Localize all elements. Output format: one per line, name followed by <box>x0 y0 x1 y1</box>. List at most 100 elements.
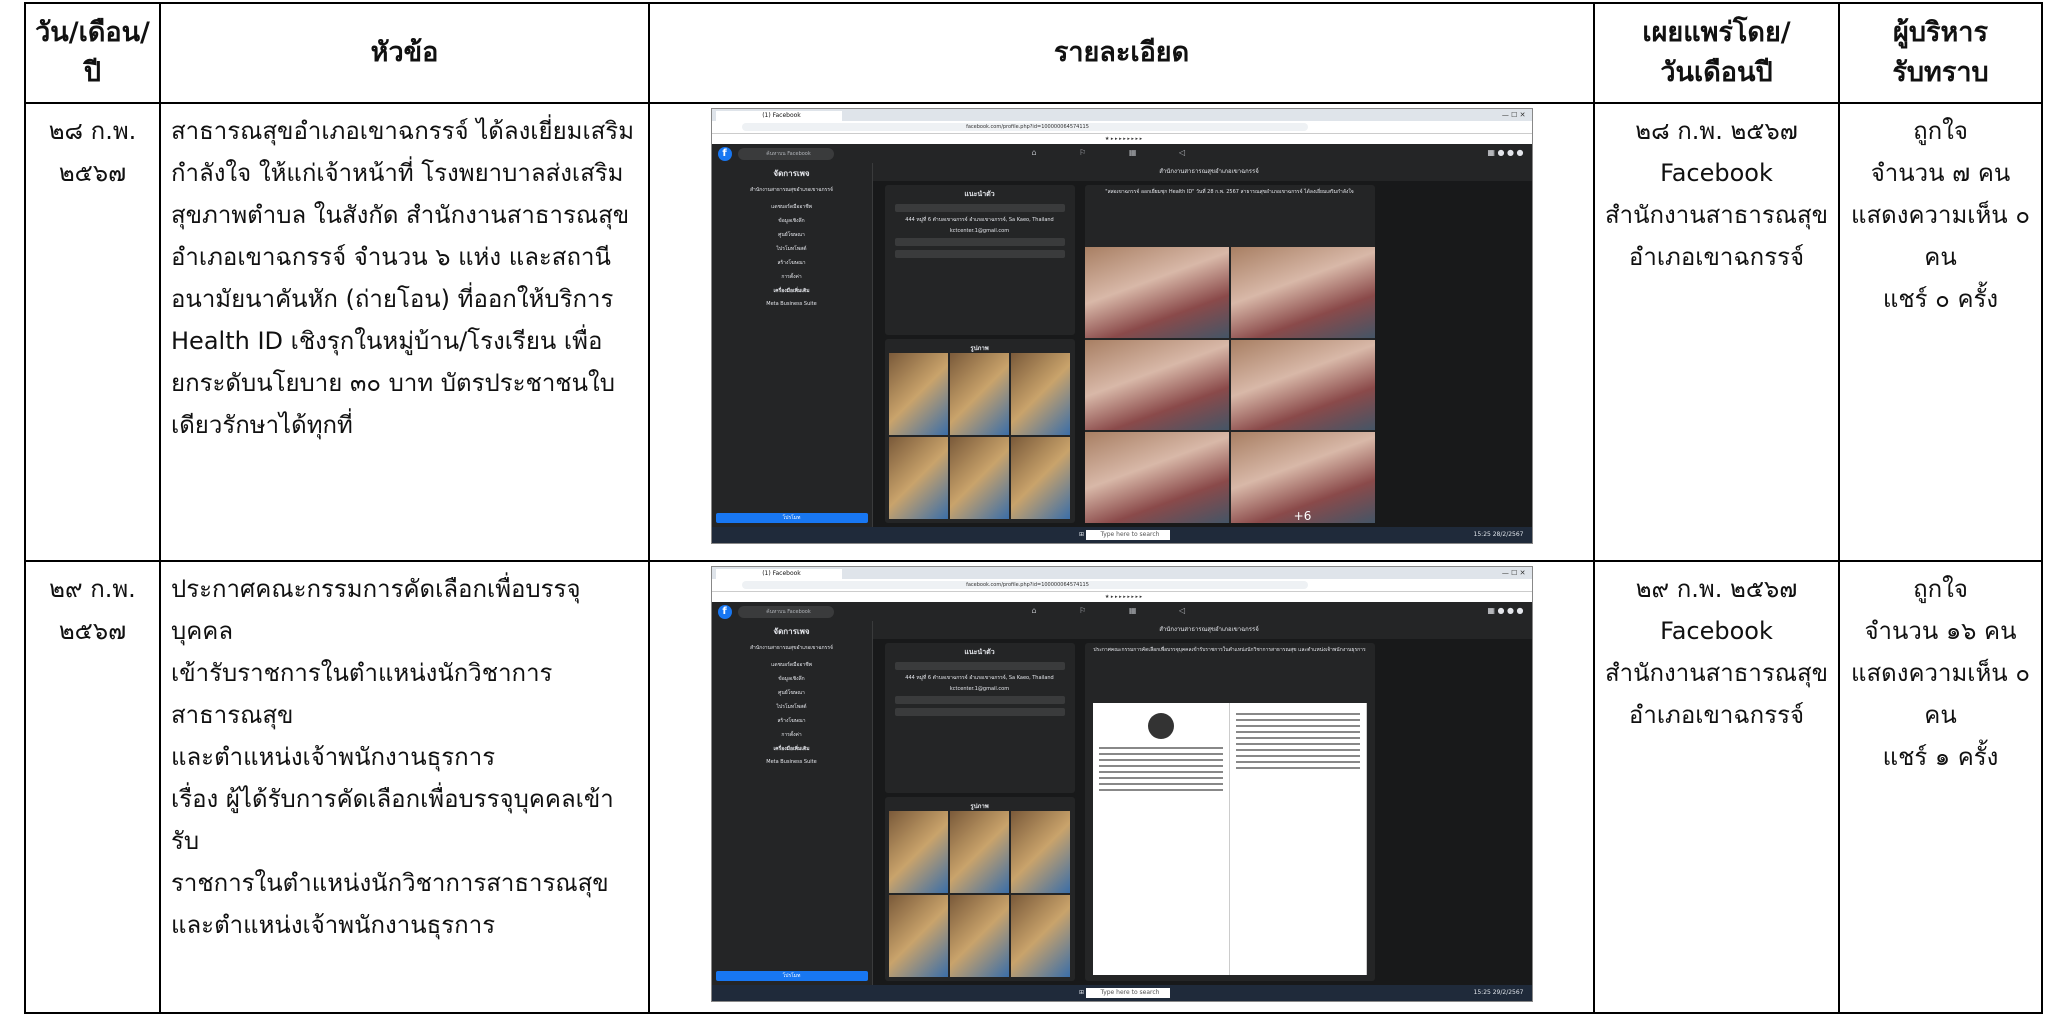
taskbar-clock: 15:25 29/2/2567 <box>1473 989 1524 996</box>
sidebar-meta-suite: Meta Business Suite <box>766 759 817 765</box>
photos-card: รูปภาพ <box>884 797 1075 981</box>
sidebar-item: ศูนย์โฆษณา <box>778 232 805 238</box>
header-publisher: เผยแพร่โดย/วันเดือนปี <box>1593 2 1840 104</box>
browser-tabbar: (1) Facebook — ☐ ✕ <box>711 109 1532 121</box>
post-text: "สสอเขาฉกรรจ์ ออกเยี่ยมชุก Health ID" วั… <box>1105 189 1354 195</box>
facebook-sidebar: จัดการเพจ สำนักงานสาธารณสุขอำเภอเขาฉกรรจ… <box>711 163 873 527</box>
facebook-search: ค้นหาบน Facebook <box>737 606 834 618</box>
row-topic: ประกาศคณะกรรมการคัดเลือกเพื่อบรรจุบุคคลเ… <box>159 560 650 1014</box>
sidebar-item: ไปรโมทโพสต์ <box>776 704 807 710</box>
intro-address: 444 หมู่ที่ 6 ตำบลเขาฉกรรจ์ อำเภอเขาฉกรร… <box>905 217 1054 223</box>
intro-button <box>894 696 1065 704</box>
post-photo-gallery: +6 <box>1084 247 1375 523</box>
intro-button <box>894 708 1065 716</box>
sidebar-title: จัดการเพจ <box>773 627 810 636</box>
intro-button <box>894 204 1065 212</box>
windows-taskbar: ⊞ Type here to search 15:25 29/2/2567 <box>711 985 1532 1001</box>
row-topic: สาธารณสุขอำเภอเขาฉกรรจ์ ได้ลงเยี่ยมเสริม… <box>159 102 650 562</box>
document-page <box>1230 703 1367 975</box>
sidebar-item: การตั้งค่า <box>781 732 802 738</box>
row-publisher: ๒๙ ก.พ. ๒๕๖๗ Facebook สำนักงานสาธารณสุข อำเ… <box>1593 560 1840 1014</box>
bookmarks-bar: ★ ▸ ▸ ▸ ▸ ▸ ▸ ▸ ▸ <box>711 134 1532 144</box>
intro-email: kctcenter.1@gmail.com <box>949 686 1010 692</box>
table-row: ๒๘ ก.พ. ๒๕๖๗ สาธารณสุขอำเภอเขาฉกรรจ์ ได้ล… <box>24 102 2043 562</box>
post-card: "สสอเขาฉกรรจ์ ออกเยี่ยมชุก Health ID" วั… <box>1084 185 1375 523</box>
browser-tab: (1) Facebook <box>715 569 842 579</box>
sidebar-tools: เครื่องมือเพิ่มเติม <box>773 288 810 294</box>
row-exec-stats: ถูกใจ จำนวน ๗ คน แสดงความเห็น ๐คน แชร์ ๐ คร… <box>1838 102 2043 562</box>
facebook-screenshot: (1) Facebook — ☐ ✕ facebook.com/profile.p… <box>710 566 1533 1002</box>
facebook-main: สำนักงานสาธารณสุขอำเภอเขาฉกรรจ์ แนะนำตัว… <box>872 621 1532 985</box>
facebook-logo-icon: f <box>717 605 732 619</box>
url-field: facebook.com/profile.php?id=100000064574… <box>741 581 1308 589</box>
facebook-screenshot: (1) Facebook — ☐ ✕ facebook.com/profile.p… <box>710 108 1533 544</box>
row-publisher: ๒๘ ก.พ. ๒๕๖๗ Facebook สำนักงานสาธารณสุข อำเ… <box>1593 102 1840 562</box>
document-page <box>1093 703 1230 975</box>
row-detail: (1) Facebook — ☐ ✕ facebook.com/profile.p… <box>648 102 1595 562</box>
taskbar-search: Type here to search <box>1085 529 1170 540</box>
facebook-sidebar: จัดการเพจ สำนักงานสาธารณสุขอำเภอเขาฉกรรจ… <box>711 621 873 985</box>
post-card: ประกาศคณะกรรมการคัดเลือกเพื่อบรรจุบุคคลเ… <box>1084 643 1375 981</box>
photos-card: รูปภาพ <box>884 339 1075 523</box>
page-header: สำนักงานสาธารณสุขอำเภอเขาฉกรรจ์ <box>872 621 1532 639</box>
sidebar-item: แดชบอร์ดมืออาชีพ <box>771 204 812 210</box>
url-field: facebook.com/profile.php?id=100000064574… <box>741 123 1308 131</box>
facebook-account-icons: ▦ ● ● ● <box>1487 606 1524 615</box>
facebook-topbar: f ค้นหาบน Facebook ⌂ ⚐ ▦ ◁ ▦ ● ● ● <box>711 144 1532 165</box>
header-exec: ผู้บริหาร รับทราบ <box>1838 2 2043 104</box>
row-date: ๒๘ ก.พ. ๒๕๖๗ <box>24 102 161 562</box>
sidebar-item: ไปรโมทโพสต์ <box>776 246 807 252</box>
header-row: วัน/เดือน/ปี หัวข้อ รายละเอียด เผยแพร่โด… <box>24 2 2043 104</box>
window-controls-icon: — ☐ ✕ <box>1501 569 1526 577</box>
browser-tabbar: (1) Facebook — ☐ ✕ <box>711 567 1532 579</box>
windows-taskbar: ⊞ Type here to search 15:25 28/2/2567 <box>711 527 1532 543</box>
sidebar-title: จัดการเพจ <box>773 169 810 178</box>
intro-email: kctcenter.1@gmail.com <box>949 228 1010 234</box>
browser-tab: (1) Facebook <box>715 111 842 121</box>
sidebar-item: ศูนย์โฆษณา <box>778 690 805 696</box>
announcement-document-image <box>1092 703 1367 975</box>
header-topic: หัวข้อ <box>159 2 650 104</box>
intro-title: แนะนำตัว <box>964 648 995 656</box>
facebook-search: ค้นหาบน Facebook <box>737 148 834 160</box>
sidebar-meta-suite: Meta Business Suite <box>766 301 817 307</box>
photo-thumbs <box>888 353 1071 519</box>
intro-card: แนะนำตัว 444 หมู่ที่ 6 ตำบลเขาฉกรรจ์ อำเ… <box>884 643 1075 793</box>
table-row: ๒๙ ก.พ. ๒๕๖๗ ประกาศคณะกรรมการคัดเลือกเพื่… <box>24 560 2043 1014</box>
more-photos-count: +6 <box>1230 432 1375 523</box>
promote-button: โปรโมท <box>715 513 868 523</box>
facebook-main: สำนักงานสาธารณสุขอำเภอเขาฉกรรจ์ แนะนำตัว… <box>872 163 1532 527</box>
taskbar-clock: 15:25 28/2/2567 <box>1473 531 1524 538</box>
garuda-seal-icon <box>1147 713 1174 739</box>
facebook-account-icons: ▦ ● ● ● <box>1487 148 1524 157</box>
intro-button <box>894 250 1065 258</box>
facebook-nav-icons: ⌂ ⚐ ▦ ◁ <box>1031 606 1186 615</box>
taskbar-search: Type here to search <box>1085 987 1170 998</box>
row-exec-stats: ถูกใจ จำนวน ๑๖ คน แสดงความเห็น ๐คน แชร์ ๑ ค… <box>1838 560 2043 1014</box>
facebook-topbar: f ค้นหาบน Facebook ⌂ ⚐ ▦ ◁ ▦ ● ● ● <box>711 602 1532 623</box>
promote-button: โปรโมท <box>715 971 868 981</box>
page-header: สำนักงานสาธารณสุขอำเภอเขาฉกรรจ์ <box>872 163 1532 181</box>
sidebar-page-name: สำนักงานสาธารณสุขอำเภอเขาฉกรรจ์ <box>750 645 833 651</box>
intro-card: แนะนำตัว 444 หมู่ที่ 6 ตำบลเขาฉกรรจ์ อำเ… <box>884 185 1075 335</box>
browser-urlbar: facebook.com/profile.php?id=100000064574… <box>711 579 1532 592</box>
sidebar-item: ข้อมูลเชิงลึก <box>778 218 805 224</box>
sidebar-item: แดชบอร์ดมืออาชีพ <box>771 662 812 668</box>
intro-button <box>894 238 1065 246</box>
header-date: วัน/เดือน/ปี <box>24 2 161 104</box>
sidebar-item: สร้างโฆษณา <box>777 718 806 724</box>
facebook-nav-icons: ⌂ ⚐ ▦ ◁ <box>1031 148 1186 157</box>
bookmarks-bar: ★ ▸ ▸ ▸ ▸ ▸ ▸ ▸ ▸ <box>711 592 1532 602</box>
photo-thumbs <box>888 811 1071 977</box>
intro-button <box>894 662 1065 670</box>
intro-title: แนะนำตัว <box>964 190 995 198</box>
browser-urlbar: facebook.com/profile.php?id=100000064574… <box>711 121 1532 134</box>
sidebar-tools: เครื่องมือเพิ่มเติม <box>773 746 810 752</box>
sidebar-item: สร้างโฆษณา <box>777 260 806 266</box>
facebook-logo-icon: f <box>717 147 732 161</box>
window-controls-icon: — ☐ ✕ <box>1501 111 1526 119</box>
sidebar-page-name: สำนักงานสาธารณสุขอำเภอเขาฉกรรจ์ <box>750 187 833 193</box>
sidebar-item: การตั้งค่า <box>781 274 802 280</box>
intro-address: 444 หมู่ที่ 6 ตำบลเขาฉกรรจ์ อำเภอเขาฉกรร… <box>905 675 1054 681</box>
row-date: ๒๙ ก.พ. ๒๕๖๗ <box>24 560 161 1014</box>
